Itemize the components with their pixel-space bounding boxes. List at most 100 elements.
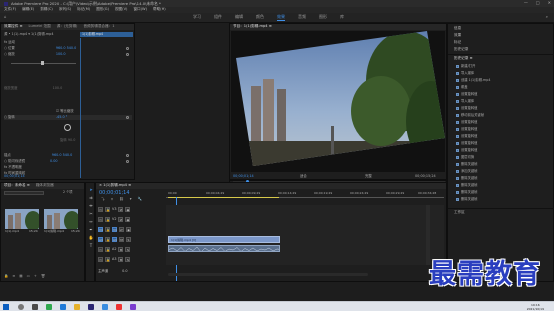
program-timecode-current[interactable]: 00;00;01;14	[233, 174, 254, 179]
history-item[interactable]: 移动前后关键帧	[456, 113, 484, 118]
workspace-color[interactable]: 颜色	[256, 15, 264, 19]
menu-view[interactable]: 视图(V)	[115, 8, 127, 12]
pen-tool-icon[interactable]: ✒	[88, 227, 94, 233]
history-item[interactable]: 设置旋转值	[456, 148, 477, 153]
workspace-effects[interactable]: 效果	[277, 15, 285, 21]
selection-tool-icon[interactable]: ➤	[88, 187, 94, 193]
track-solo-toggle[interactable]: S	[125, 257, 131, 262]
ripple-edit-tool-icon[interactable]: ⇹	[88, 203, 94, 209]
tab-project[interactable]: 项目：未命名 ≡	[4, 184, 30, 188]
workspace-editing[interactable]: 编辑	[235, 15, 243, 19]
timeline-timecode[interactable]: 00;00;01;14	[99, 191, 130, 196]
right-tab-workspace[interactable]: 工作区	[454, 210, 465, 215]
history-item[interactable]: 设置旋转值	[456, 92, 477, 97]
project-item-name[interactable]: 1(1)剪辑.mp4	[44, 230, 64, 233]
effect-row-value[interactable]: -45.0 °	[56, 115, 68, 119]
track-target-toggle[interactable]: ▭	[98, 207, 103, 212]
effect-row-motion[interactable]: fx 运动	[4, 40, 18, 45]
effect-row-anchor[interactable]: 锚点 960.0 540.0	[4, 153, 72, 158]
video-clip-v1[interactable]: 1(1)剪辑.mp4 [V]	[168, 236, 280, 243]
linked-selection-icon[interactable]: ⛓	[119, 197, 124, 202]
history-item[interactable]: 设置旋转值	[456, 134, 477, 139]
history-item[interactable]: 设置旋转值	[456, 106, 477, 111]
track-eye-toggle[interactable]: ◉	[125, 207, 131, 212]
history-title[interactable]: 历史记录 ≡	[454, 56, 473, 61]
app-taskbar-icon[interactable]	[102, 304, 108, 310]
track-target-toggle[interactable]: V1	[98, 227, 103, 232]
hand-tool-icon[interactable]: ✋	[88, 235, 94, 241]
insert-sequence-icon[interactable]: ⤵	[101, 197, 105, 202]
history-item[interactable]: 新建/打开	[456, 64, 475, 69]
video-canvas[interactable]	[231, 31, 445, 172]
add-marker-icon[interactable]: ▾	[130, 197, 132, 202]
timeline-ruler[interactable]: 00;00 00;00;04;29 00;00;09;29 00;00;14;2…	[166, 192, 444, 199]
keyframe-nav-icon[interactable]	[126, 160, 129, 163]
track-lock-toggle[interactable]: 🔒	[105, 257, 110, 262]
track-eye-toggle[interactable]: ◉	[126, 227, 131, 232]
history-item[interactable]: 覆盖	[456, 85, 468, 90]
history-item[interactable]: 删除关键帧	[456, 162, 477, 167]
tab-program[interactable]: 节目：1(1)剪辑.mp4 ≡	[233, 25, 272, 29]
tab-effect-controls[interactable]: 效果控件 ≡	[4, 25, 23, 29]
timeline-settings-icon[interactable]: 🔧	[138, 197, 142, 202]
effect-row-value[interactable]: 960.0 540.0	[56, 46, 77, 50]
right-tab-markers[interactable]: 标记	[454, 40, 461, 45]
track-mute-toggle[interactable]: M	[118, 257, 124, 262]
track-lock-toggle[interactable]: 🔒	[105, 247, 110, 252]
history-item[interactable]: 导入媒体	[456, 99, 474, 104]
track-target-toggle[interactable]: ▭	[98, 217, 103, 222]
program-fit-select[interactable]: 适合	[300, 174, 307, 179]
workspace-audio[interactable]: 音频	[298, 15, 306, 19]
project-item-thumbnail[interactable]	[5, 209, 41, 231]
tab-lumetri-scopes[interactable]: Lumetri 范围	[29, 25, 51, 29]
timeline-vertical-scrollbar[interactable]	[426, 205, 430, 265]
track-solo-toggle[interactable]: S	[125, 247, 131, 252]
track-lock-toggle[interactable]: 🔒	[105, 227, 110, 232]
right-tab-history[interactable]: 历史记录	[454, 47, 468, 52]
track-name[interactable]: V1	[112, 227, 117, 232]
menu-file[interactable]: 文件(F)	[4, 8, 16, 12]
history-item[interactable]: 图层切换	[456, 155, 474, 160]
track-target-toggle[interactable]: ▭	[98, 247, 103, 252]
menu-edit[interactable]: 编辑(E)	[22, 8, 34, 12]
trash-icon[interactable]: 🗑	[41, 274, 45, 279]
history-item[interactable]: 删除关键帧	[456, 176, 477, 181]
workspace-libraries[interactable]: 库	[340, 15, 344, 19]
program-quality-select[interactable]: 完整	[365, 174, 372, 179]
effect-row-scale-width[interactable]: 缩放宽度 100.0	[4, 86, 62, 91]
home-icon[interactable]: ⌂	[4, 15, 7, 19]
track-lock-toggle[interactable]: 🔒	[105, 237, 110, 242]
tab-audio-mixer[interactable]: 音频剪辑混合器：1	[83, 25, 114, 29]
history-item[interactable]: 设置旋转值	[456, 120, 477, 125]
lock-icon[interactable]: 🔒	[4, 274, 8, 279]
project-item-thumbnail[interactable]	[44, 209, 80, 231]
effect-row-value[interactable]: 960.0 540.0	[52, 153, 73, 157]
effect-controls-timecode[interactable]: 00;00;01;14	[4, 174, 25, 179]
keyframe-playhead[interactable]	[80, 38, 81, 178]
work-area-bar[interactable]	[168, 197, 279, 198]
windows-start-icon[interactable]	[3, 304, 9, 310]
workspace-graphics[interactable]: 图形	[319, 15, 327, 19]
browser-taskbar-icon[interactable]	[46, 304, 52, 310]
track-mute-toggle[interactable]: M	[119, 237, 124, 242]
clip-bar[interactable]: 1(1)剪辑.mp4	[80, 32, 133, 37]
history-item[interactable]: 导入媒体	[456, 71, 474, 76]
effect-row-position[interactable]: ○ 位置 960.0 540.0	[4, 46, 76, 51]
track-target-toggle[interactable]: A1	[98, 237, 103, 242]
tab-media-browser[interactable]: 媒体浏览器	[36, 184, 54, 188]
track-lock-toggle[interactable]: 🔒	[105, 207, 110, 212]
tab-sequence[interactable]: × 1(1)剪辑.mp4 ≡	[99, 184, 131, 188]
track-sync-toggle[interactable]: ⇄	[119, 227, 124, 232]
effect-row-rotation[interactable]: ○ 旋转 -45.0 °	[4, 115, 132, 120]
workspace-learn[interactable]: 学习	[193, 15, 201, 19]
menu-marker[interactable]: 标记(M)	[77, 8, 90, 12]
new-bin-icon[interactable]: ▭	[27, 274, 30, 279]
premiere-taskbar-icon[interactable]	[88, 304, 94, 310]
effect-row-opacity[interactable]: fx 不透明度	[4, 165, 22, 170]
minimize-button[interactable]: —	[524, 1, 528, 5]
menu-clip[interactable]: 剪辑(C)	[40, 8, 53, 12]
history-item[interactable]: 删除关键帧	[456, 183, 477, 188]
tab-source[interactable]: 源：(无剪辑)	[57, 25, 78, 29]
track-name[interactable]: A1	[112, 237, 117, 242]
search-icon[interactable]: ⌕	[546, 15, 548, 19]
